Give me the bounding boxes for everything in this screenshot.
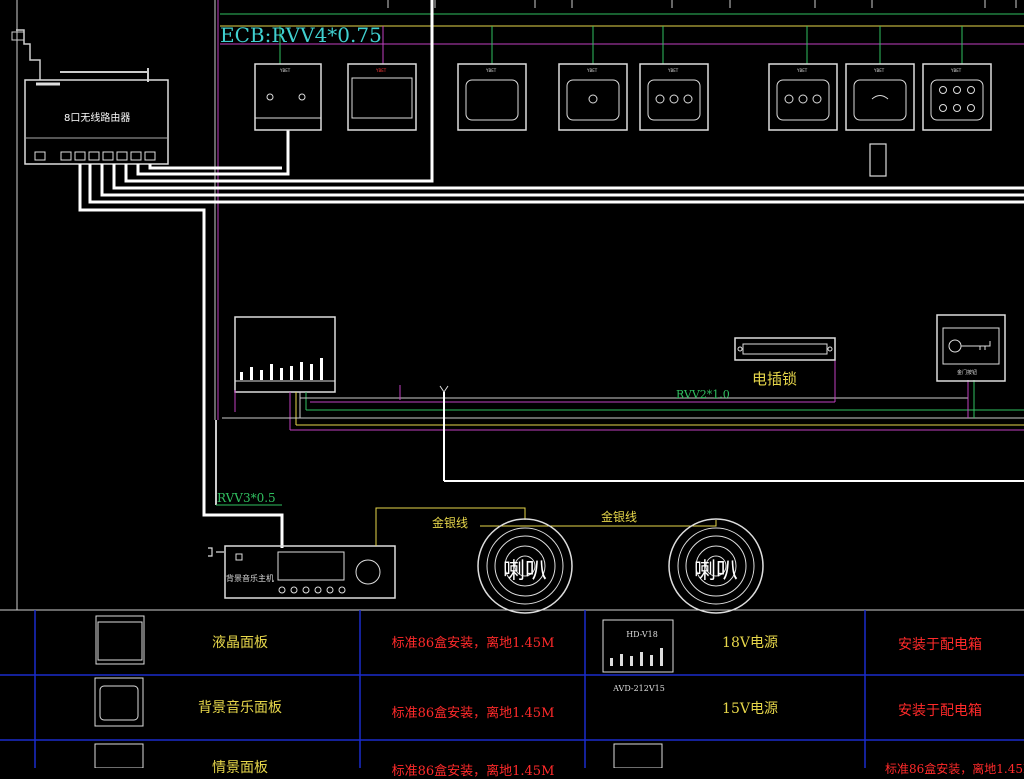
speaker-wire-label-2: 金银线 — [601, 509, 637, 524]
door-lock-label: 电插锁 — [752, 370, 797, 388]
svg-text:YBET: YBET — [667, 68, 679, 73]
router-label: 8口无线路由器 — [64, 111, 130, 124]
svg-text:YBET: YBET — [375, 68, 387, 73]
legend-row1-right-name: 18V电源 — [722, 635, 778, 651]
legend-row2-tag: AVD-212V15 — [613, 684, 665, 693]
speaker-wire-label-1: 金银线 — [432, 515, 468, 530]
legend-row2-right-name: 15V电源 — [722, 701, 778, 717]
speaker-1-label: 喇叭 — [503, 559, 547, 584]
legend-row3-right-install: 标准86盒安装，离地1.45M — [885, 762, 1024, 776]
legend-table: 液晶面板 标准86盒安装，离地1.45M HD-V18 18V电源 安装于配电箱… — [0, 610, 1024, 779]
legend-row1-name: 液晶面板 — [212, 635, 268, 651]
legend-row3-name: 情景面板 — [212, 760, 268, 776]
bg-music-host-label: 背景音乐主机 — [226, 573, 274, 583]
legend-row3-install: 标准86盒安装，离地1.45M — [391, 764, 555, 779]
legend-row2-right-install: 安装于配电箱 — [898, 703, 982, 719]
legend-row1-install: 标准86盒安装，离地1.45M — [391, 636, 555, 651]
svg-text:YBET: YBET — [586, 68, 598, 73]
svg-text:YBET: YBET — [485, 68, 497, 73]
legend-icon-lcd — [95, 615, 145, 665]
svg-text:YBET: YBET — [950, 68, 962, 73]
svg-text:YBET: YBET — [873, 68, 885, 73]
svg-text:YBET: YBET — [796, 68, 808, 73]
cable-label-rvv3: RVV3*0.5 — [217, 491, 276, 505]
legend-icon-scene-right — [613, 743, 663, 768]
legend-row2-install: 标准86盒安装，离地1.45M — [391, 706, 555, 721]
legend-row2-name: 背景音乐面板 — [198, 700, 282, 716]
legend-row1-tag: HD-V18 — [626, 630, 658, 639]
speaker-2-label: 喇叭 — [694, 559, 738, 584]
cable-label-ecb: ECB:RVV4*0.75 — [220, 23, 382, 47]
svg-text:YBET: YBET — [279, 68, 291, 73]
legend-row1-right-install: 安装于配电箱 — [898, 637, 982, 653]
legend-icon-music — [94, 677, 144, 727]
card-switch-label: 金门按钮 — [957, 369, 977, 376]
cable-label-rvv2: RVV2*1.0 — [676, 388, 730, 401]
legend-icon-scene — [94, 743, 144, 768]
